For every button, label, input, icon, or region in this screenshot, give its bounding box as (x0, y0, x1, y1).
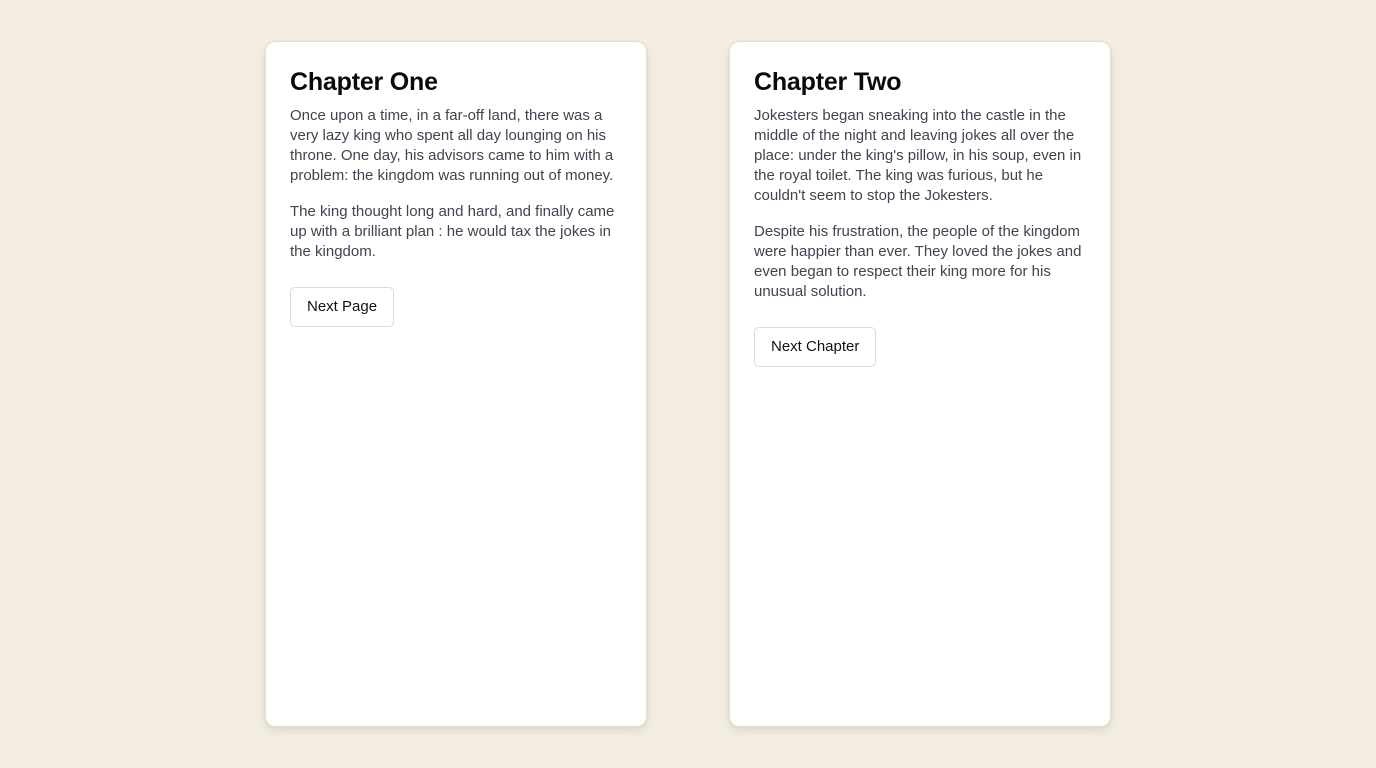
chapter-paragraph: The king thought long and hard, and fina… (290, 203, 615, 260)
chapter-card-one: Chapter One Once upon a time, in a far-o… (265, 41, 647, 727)
next-chapter-button[interactable]: Next Chapter (754, 327, 877, 367)
next-page-button[interactable]: Next Page (290, 287, 395, 327)
chapter-paragraph: Once upon a time, in a far-off land, the… (290, 107, 614, 184)
chapter-title: Chapter One (290, 68, 438, 96)
chapter-title: Chapter Two (754, 68, 902, 96)
chapter-paragraph: Despite his frustration, the people of t… (754, 223, 1082, 300)
page: Chapter One Once upon a time, in a far-o… (0, 0, 1376, 768)
chapter-card-two: Chapter Two Jokesters began sneaking int… (729, 41, 1111, 727)
chapter-paragraph: Jokesters began sneaking into the castle… (754, 107, 1082, 204)
